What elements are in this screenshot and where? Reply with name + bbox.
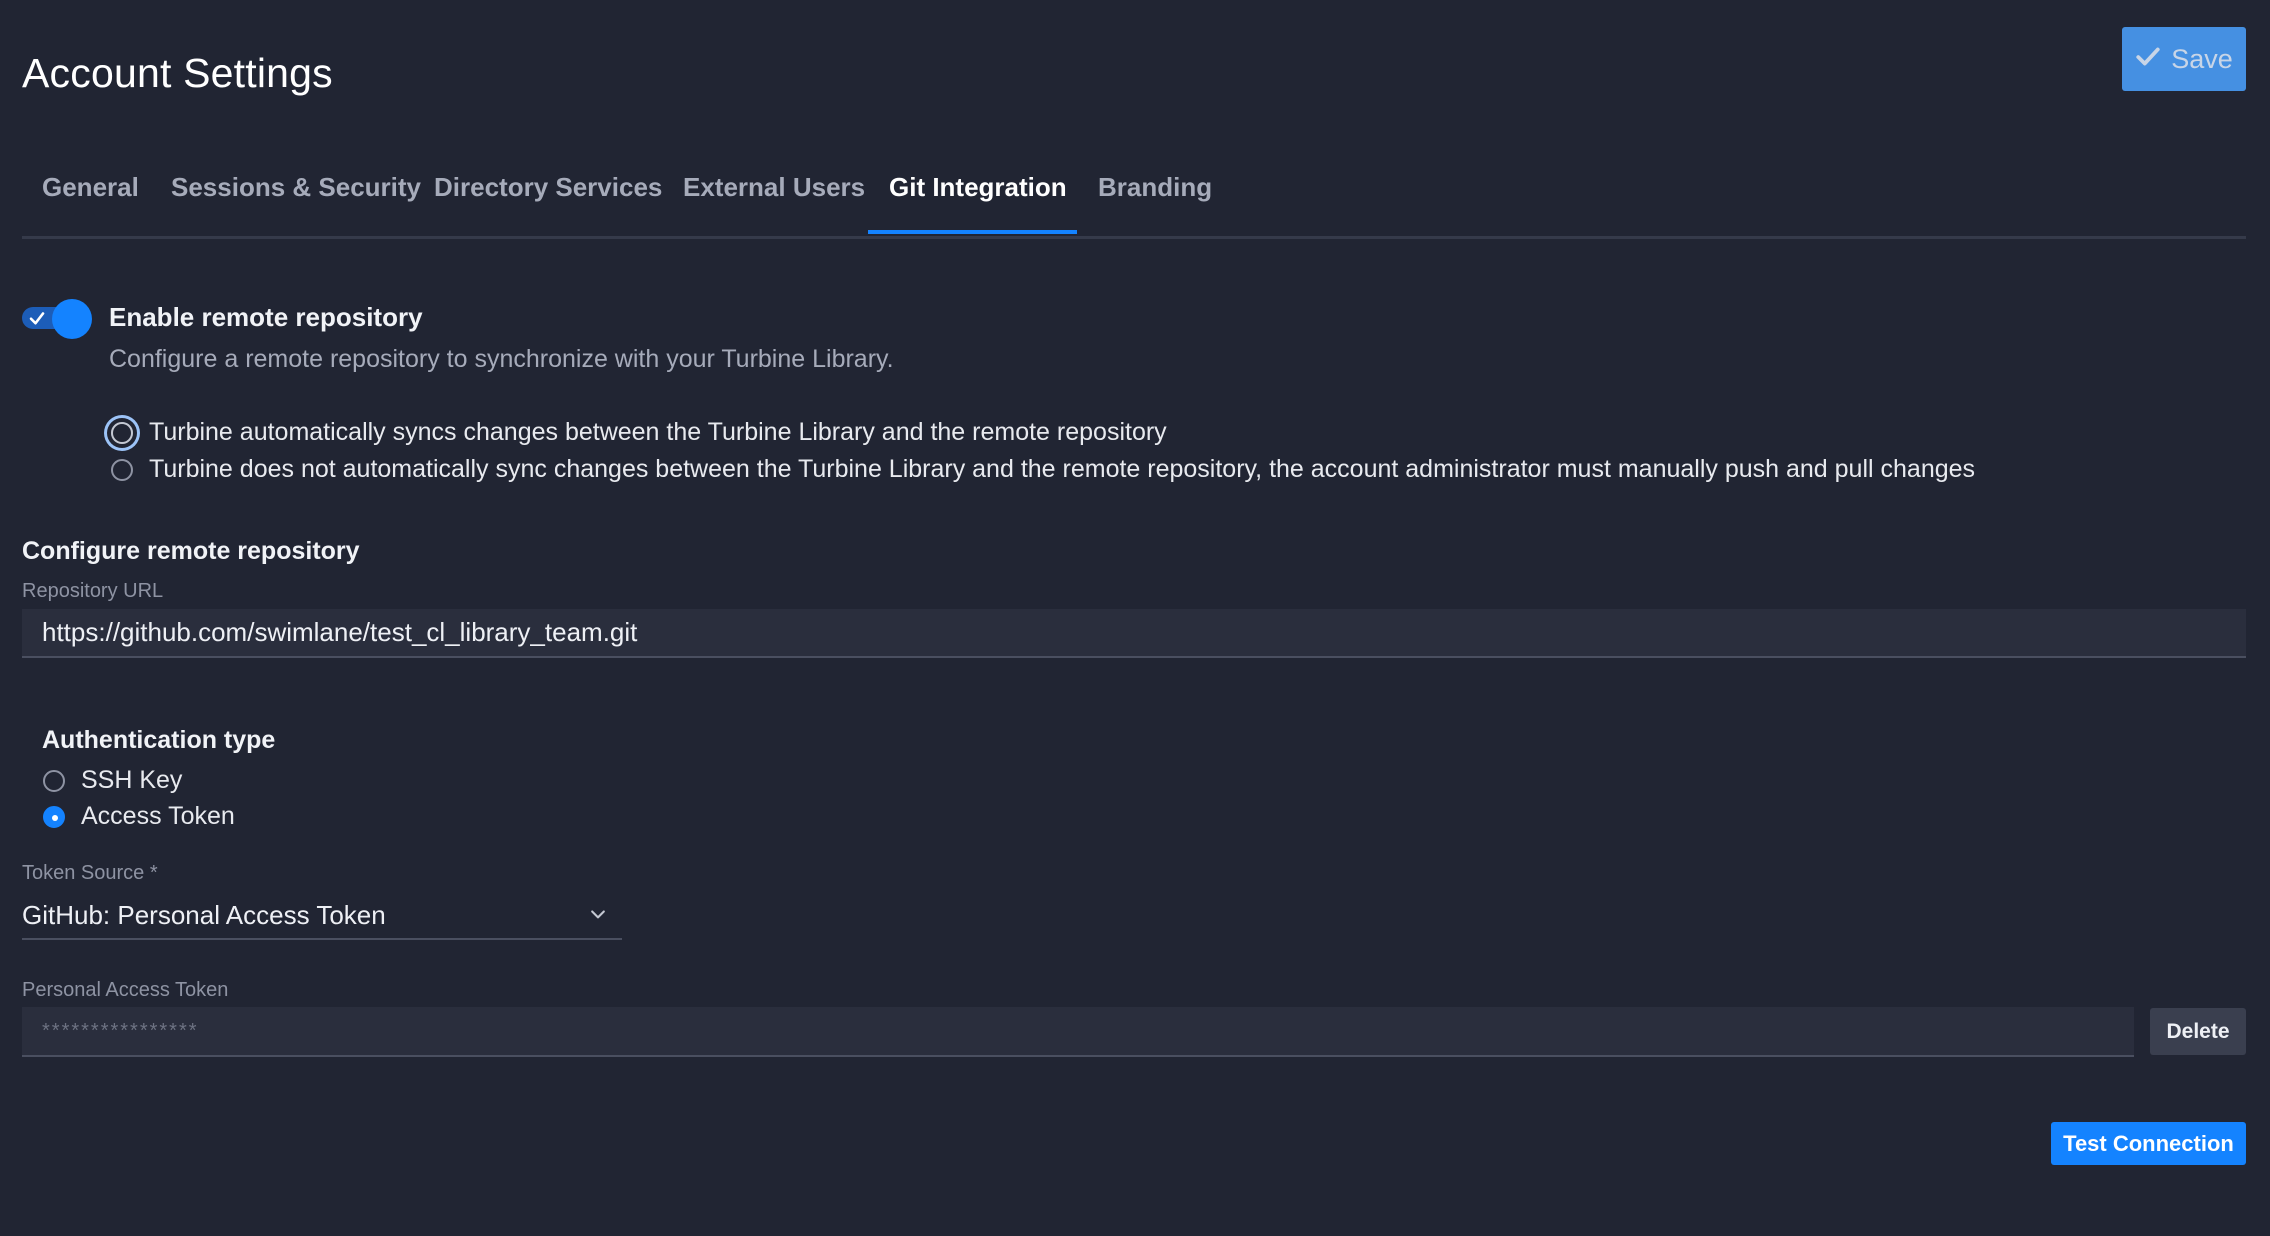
tab-general[interactable]: General [42,172,139,203]
save-button-label: Save [2171,43,2233,74]
enable-remote-repository-label: Enable remote repository [109,302,423,332]
configure-remote-repository-title: Configure remote repository [22,537,360,565]
tab-external-users[interactable]: External Users [683,172,865,203]
auth-option-ssh-key[interactable]: SSH Key [43,766,182,795]
token-source-select[interactable]: GitHub: Personal Access Token [22,894,622,940]
tab-git-integration[interactable]: Git Integration [889,172,1067,203]
chevron-down-icon [591,910,605,919]
page-title: Account Settings [22,50,333,96]
token-source-label: Token Source * [22,862,158,884]
sync-option-auto-label: Turbine automatically syncs changes betw… [149,418,1167,446]
check-icon [29,312,45,325]
toggle-knob [52,299,92,339]
token-source-value: GitHub: Personal Access Token [22,900,386,930]
active-tab-indicator [868,230,1077,234]
delete-token-button[interactable]: Delete [2150,1008,2246,1055]
personal-access-token-input[interactable] [22,1007,2134,1057]
authentication-type-title: Authentication type [42,726,276,754]
radio-button[interactable] [111,458,133,481]
tab-directory-services[interactable]: Directory Services [434,172,662,203]
repository-url-label: Repository URL [22,580,164,602]
save-button[interactable]: Save [2122,27,2246,91]
tab-sessions-security[interactable]: Sessions & Security [171,172,421,203]
enable-remote-repository-description: Configure a remote repository to synchro… [109,345,894,373]
auth-option-ssh-key-label: SSH Key [81,766,183,794]
auth-option-access-token[interactable]: Access Token [43,802,235,831]
repository-url-input[interactable] [22,609,2246,658]
check-icon [2135,43,2161,76]
sync-option-auto[interactable]: Turbine automatically syncs changes betw… [111,418,1167,447]
personal-access-token-label: Personal Access Token [22,979,229,1001]
radio-button[interactable] [111,421,133,444]
radio-button[interactable] [43,805,65,828]
settings-tabs: General Sessions & Security Directory Se… [22,156,2246,239]
radio-button[interactable] [43,769,65,792]
enable-remote-repository-toggle[interactable] [22,299,92,339]
tab-branding[interactable]: Branding [1098,172,1212,203]
sync-option-manual-label: Turbine does not automatically sync chan… [149,455,1976,483]
account-settings-page: Account Settings Save General Sessions &… [0,0,2270,1236]
sync-option-manual[interactable]: Turbine does not automatically sync chan… [111,455,1975,484]
auth-option-access-token-label: Access Token [81,802,235,830]
test-connection-button[interactable]: Test Connection [2051,1122,2246,1165]
